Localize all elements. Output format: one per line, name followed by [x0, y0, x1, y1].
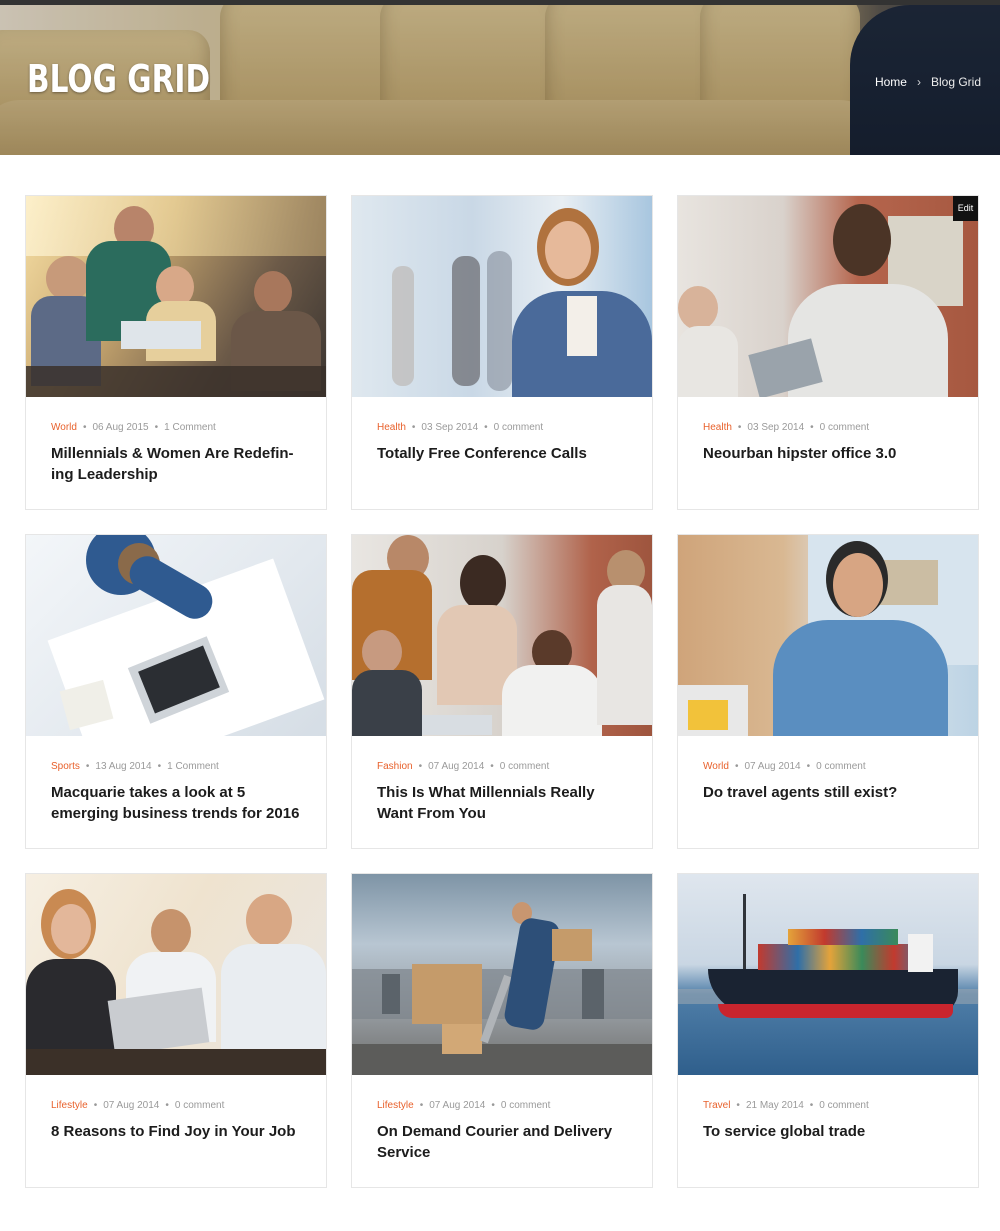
post-title-link[interactable]: On Demand Courier and Delivery Service [377, 1122, 632, 1163]
post-date: 13 Aug 2014 [95, 761, 152, 772]
post-meta: Health • 03 Sep 2014 • 0 comment [703, 422, 869, 433]
post-category-link[interactable]: Fashion [377, 761, 413, 772]
post-comments-link[interactable]: 1 Comment [164, 422, 216, 433]
meta-separator: • [491, 1100, 495, 1111]
post-thumbnail[interactable] [352, 535, 652, 736]
meta-separator: • [93, 1100, 98, 1111]
post-title-link[interactable]: 8 Reasons to Find Joy in Your Job [51, 1122, 306, 1143]
post-thumbnail[interactable] [678, 874, 978, 1075]
blog-card: Sports • 13 Aug 2014 • 1 Comment Macquar… [25, 534, 327, 849]
post-thumbnail[interactable] [26, 196, 326, 397]
post-category-link[interactable]: Lifestyle [377, 1100, 414, 1111]
post-meta: Lifestyle • 07 Aug 2014 • 0 comment [51, 1100, 224, 1111]
meta-separator: • [810, 422, 814, 433]
breadcrumb-current: Blog Grid [930, 75, 981, 89]
meta-separator: • [737, 422, 742, 433]
blog-card: Fashion • 07 Aug 2014 • 0 comment This I… [351, 534, 653, 849]
post-date: 06 Aug 2015 [92, 422, 149, 433]
post-category-link[interactable]: Sports [51, 761, 80, 772]
post-category-link[interactable]: Lifestyle [51, 1100, 88, 1111]
post-thumbnail[interactable] [352, 874, 652, 1075]
post-comments-link[interactable]: 0 comment [816, 761, 865, 772]
meta-separator: • [736, 1100, 740, 1111]
breadcrumb: Home › Blog Grid [875, 75, 981, 89]
post-title-link[interactable]: Millennials & Women Are Redefin-ing Lead… [51, 444, 306, 485]
meta-separator: • [418, 761, 423, 772]
page-title: BLOG GRID [27, 57, 211, 101]
post-comments-link[interactable]: 1 Comment [167, 761, 219, 772]
post-date: 03 Sep 2014 [421, 422, 479, 433]
post-meta: World • 07 Aug 2014 • 0 comment [703, 761, 866, 772]
post-date: 03 Sep 2014 [747, 422, 805, 433]
post-thumbnail[interactable] [26, 874, 326, 1075]
post-date: 21 May 2014 [745, 1100, 804, 1111]
post-comments-link[interactable]: 0 comment [494, 422, 543, 433]
post-date: 07 Aug 2014 [429, 1100, 486, 1111]
post-thumbnail[interactable] [678, 535, 978, 736]
post-category-link[interactable]: World [703, 761, 729, 772]
post-title-link[interactable]: Neourban hipster office 3.0 [703, 444, 958, 465]
meta-separator: • [157, 761, 162, 772]
post-date: 07 Aug 2014 [428, 761, 485, 772]
post-thumbnail[interactable] [26, 535, 326, 736]
blog-card: World • 07 Aug 2014 • 0 comment Do trave… [677, 534, 979, 849]
meta-separator: • [734, 761, 739, 772]
blog-card: Lifestyle • 07 Aug 2014 • 0 comment On D… [351, 873, 653, 1188]
post-meta: Health • 03 Sep 2014 • 0 comment [377, 422, 543, 433]
post-meta: Travel • 21 May 2014 • 0 comment [703, 1100, 869, 1111]
meta-separator: • [419, 1100, 424, 1111]
meta-separator: • [85, 761, 90, 772]
meta-separator: • [809, 1100, 814, 1111]
breadcrumb-home-link[interactable]: Home [875, 75, 907, 89]
post-comments-link[interactable]: 0 comment [175, 1100, 224, 1111]
chevron-right-icon: › [916, 75, 921, 89]
post-category-link[interactable]: Health [703, 422, 732, 433]
post-date: 07 Aug 2014 [744, 761, 801, 772]
meta-separator: • [490, 761, 494, 772]
post-meta: World • 06 Aug 2015 • 1 Comment [51, 422, 216, 433]
post-category-link[interactable]: Travel [703, 1100, 730, 1111]
post-meta: Sports • 13 Aug 2014 • 1 Comment [51, 761, 219, 772]
blog-card: Edit Health • 03 Sep 2014 • 0 comment Ne… [677, 195, 979, 510]
post-category-link[interactable]: Health [377, 422, 406, 433]
post-title-link[interactable]: To service global trade [703, 1122, 958, 1143]
meta-separator: • [484, 422, 488, 433]
post-date: 07 Aug 2014 [103, 1100, 160, 1111]
post-comments-link[interactable]: 0 comment [820, 422, 869, 433]
meta-separator: • [165, 1100, 169, 1111]
post-thumbnail[interactable] [352, 196, 652, 397]
post-category-link[interactable]: World [51, 422, 77, 433]
post-title-link[interactable]: Totally Free Conference Calls [377, 444, 632, 465]
blog-card: Travel • 21 May 2014 • 0 comment To serv… [677, 873, 979, 1188]
post-comments-link[interactable]: 0 comment [501, 1100, 550, 1111]
post-meta: Lifestyle • 07 Aug 2014 • 0 comment [377, 1100, 550, 1111]
post-comments-link[interactable]: 0 comment [819, 1100, 868, 1111]
post-meta: Fashion • 07 Aug 2014 • 0 comment [377, 761, 549, 772]
page-hero: BLOG GRID Home › Blog Grid [0, 5, 1000, 155]
post-title-link[interactable]: Do travel agents still exist? [703, 783, 958, 804]
post-thumbnail[interactable] [678, 196, 978, 397]
meta-separator: • [82, 422, 87, 433]
meta-separator: • [411, 422, 416, 433]
post-title-link[interactable]: Macquarie takes a look at 5 emerging bus… [51, 783, 306, 824]
blog-card: Lifestyle • 07 Aug 2014 • 0 comment 8 Re… [25, 873, 327, 1188]
meta-separator: • [806, 761, 811, 772]
post-comments-link[interactable]: 0 comment [500, 761, 549, 772]
meta-separator: • [154, 422, 159, 433]
post-title-link[interactable]: This Is What Millennials Really Want Fro… [377, 783, 632, 824]
blog-card: Health • 03 Sep 2014 • 0 comment Totally… [351, 195, 653, 510]
edit-button[interactable]: Edit [953, 196, 978, 221]
blog-card: World • 06 Aug 2015 • 1 Comment Millenni… [25, 195, 327, 510]
